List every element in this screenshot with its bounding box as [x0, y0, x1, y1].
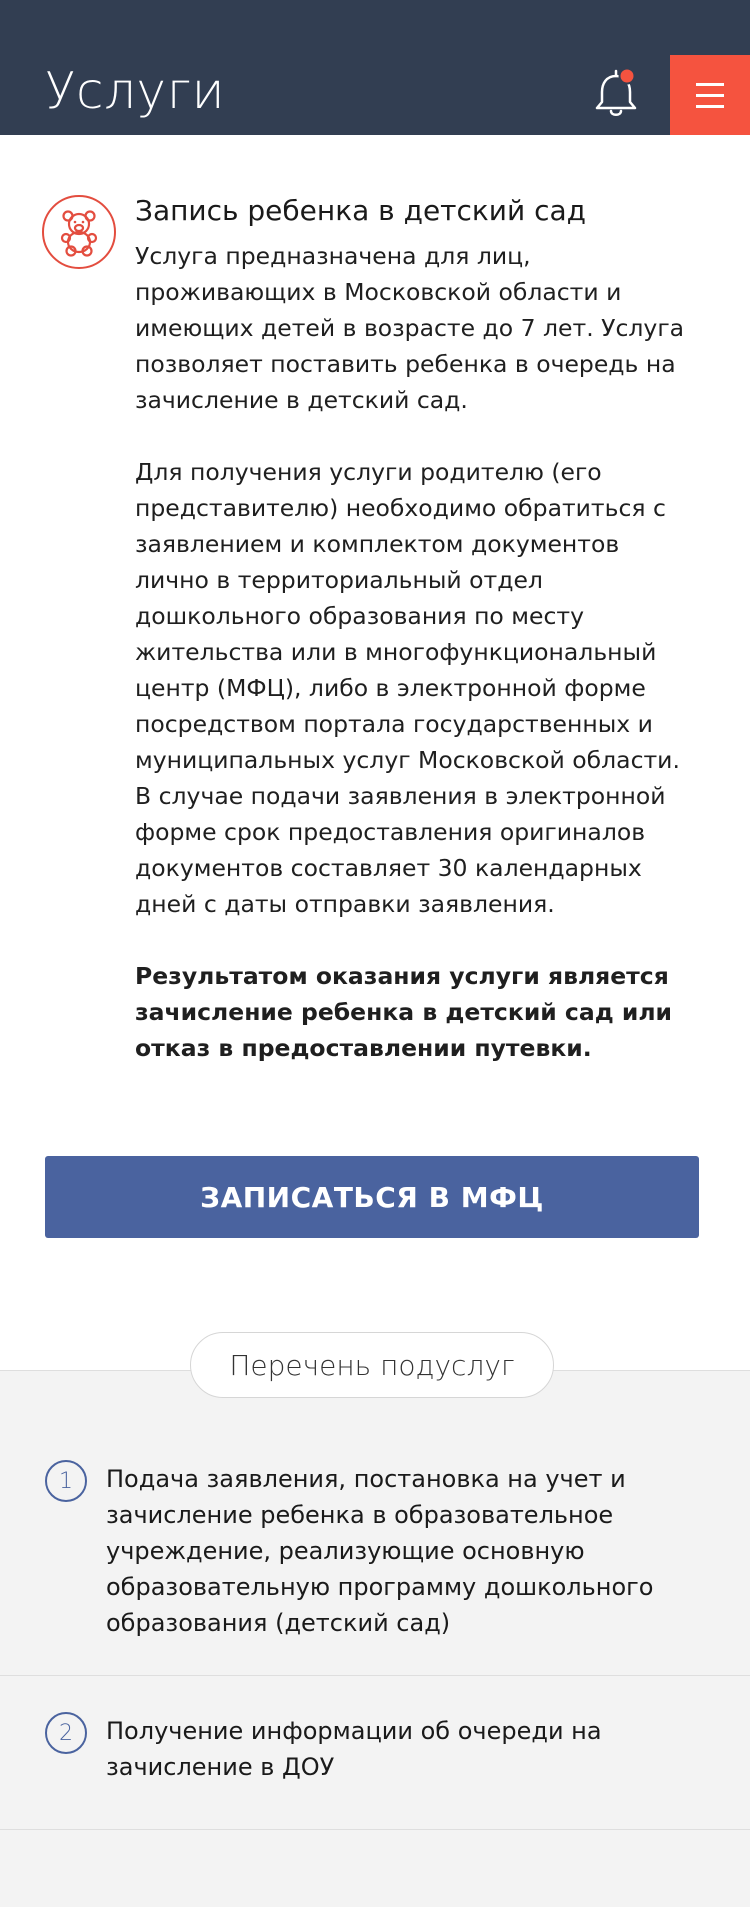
app-header: Услуги [0, 0, 750, 135]
bell-icon [595, 67, 637, 116]
notification-dot-icon [618, 67, 636, 85]
page-title: Услуги [45, 62, 226, 120]
list-item[interactable]: 1 Подача заявления, постановка на учет и… [0, 1420, 750, 1676]
hamburger-menu-icon [696, 83, 724, 86]
step-number: 2 [45, 1712, 87, 1754]
subservices-heading: Перечень подуслуг [190, 1332, 554, 1398]
description-paragraph: Услуга предназначена для лиц, проживающи… [135, 242, 685, 414]
notifications-button[interactable] [592, 66, 640, 120]
service-title: Запись ребенка в детский сад [135, 194, 586, 227]
menu-button[interactable] [670, 55, 750, 135]
teddy-bear-icon [42, 195, 116, 269]
result-paragraph: Результатом оказания услуги является зач… [135, 962, 673, 1062]
service-description: Услуга предназначена для лиц, проживающи… [135, 238, 695, 1102]
hamburger-line [696, 94, 724, 97]
list-item[interactable]: 2 Получение информации об очереди на зач… [0, 1676, 750, 1830]
subservice-label: Подача заявления, постановка на учет и з… [106, 1465, 654, 1637]
subservice-label: Получение информации об очереди на зачис… [106, 1717, 602, 1781]
description-paragraph: Для получения услуги родителю (его предс… [135, 458, 680, 918]
hamburger-line [696, 105, 724, 108]
step-number: 1 [45, 1460, 87, 1502]
mfc-signup-button[interactable]: ЗАПИСАТЬСЯ В МФЦ [45, 1156, 699, 1238]
